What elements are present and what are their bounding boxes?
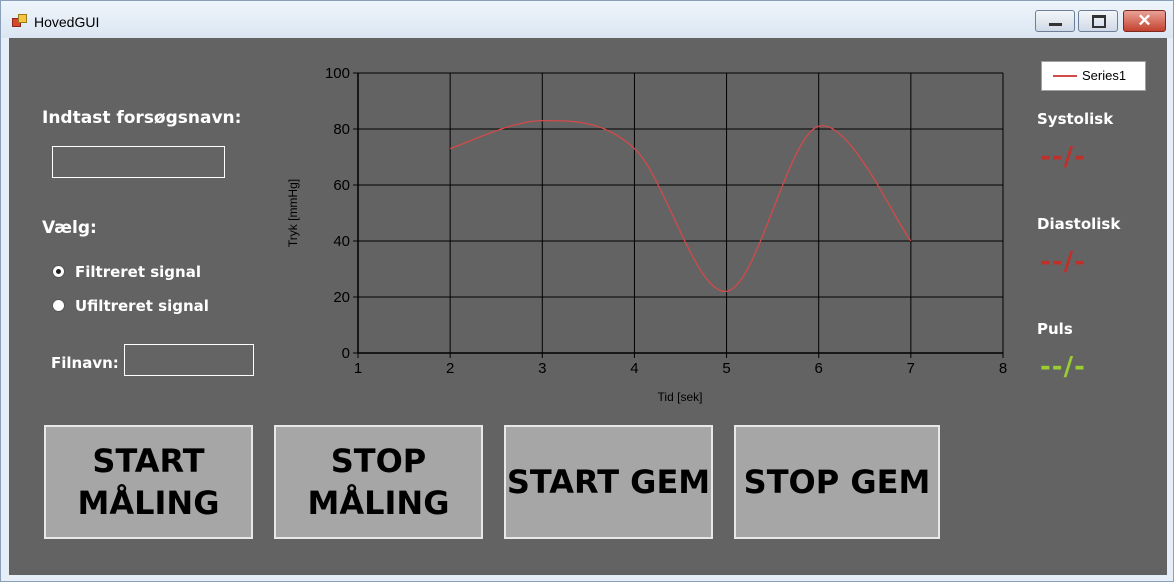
chart-ticks: 1 2 3 4 5 6 7 8020406080100 [325,65,1007,377]
systolic-label: Systolisk [1037,110,1114,128]
start-measure-label: START MÅLING [77,442,220,522]
choose-label: Vælg: [42,218,97,238]
radio-filtered-label: Filtreret signal [75,263,201,281]
app-icon [12,14,27,28]
minimize-button[interactable] [1035,10,1075,32]
close-button[interactable]: ✕ [1123,10,1166,32]
diastolic-label: Diastolisk [1037,215,1121,233]
maximize-button[interactable] [1078,10,1118,32]
x-tick-label: 1 [354,360,362,377]
window-title: HovedGUI [34,14,100,30]
systolic-value: --/- [1040,142,1086,172]
legend-series-label: Series1 [1082,68,1127,83]
form-client-area: Indtast forsøgsnavn: Vælg: Filtreret sig… [9,38,1167,575]
radio-filtered-circle[interactable] [52,265,65,278]
x-tick-label: 6 [815,360,823,377]
x-tick-label: 7 [907,360,915,377]
diastolic-value: --/- [1040,247,1086,277]
filename-input[interactable] [124,344,254,376]
legend-series-swatch [1053,75,1077,77]
y-tick-label: 20 [333,289,350,306]
y-tick-label: 40 [333,233,350,250]
chart-grid [357,72,1004,354]
y-tick-label: 60 [333,177,350,194]
chart-series [449,119,912,293]
y-axis-label: Tryk [mmHg] [286,179,300,247]
title-bar: HovedGUI ✕ [1,1,1173,38]
pulse-value: --/- [1040,352,1086,382]
start-save-label: START GEM [506,463,711,501]
stop-measure-label: STOP MÅLING [307,442,450,522]
maximize-icon [1092,15,1106,28]
x-tick-label: 8 [999,360,1007,377]
y-tick-label: 80 [333,121,350,138]
chart-legend: Series1 [1041,61,1146,91]
close-icon: ✕ [1137,11,1152,30]
x-tick-label: 3 [538,360,546,377]
start-measure-button[interactable]: START MÅLING [44,425,253,539]
start-save-button[interactable]: START GEM [504,425,713,539]
pressure-chart: 1 2 3 4 5 6 7 8020406080100 Tid [sek] Tryk [mmH… [286,65,1007,404]
filename-label: Filnavn: [51,354,119,372]
minimize-icon [1049,23,1062,26]
stop-save-button[interactable]: STOP GEM [734,425,940,539]
name-label: Indtast forsøgsnavn: [42,108,242,128]
series-line-series1 [449,119,912,293]
y-tick-label: 0 [342,345,350,362]
x-tick-label: 4 [630,360,638,377]
main-window: HovedGUI ✕ Indtast forsøgsnavn: Vælg: Fi… [0,0,1174,582]
name-input[interactable] [52,146,225,178]
stop-save-label: STOP GEM [743,463,931,501]
pulse-label: Puls [1037,320,1073,338]
stop-measure-button[interactable]: STOP MÅLING [274,425,483,539]
x-axis-label: Tid [sek] [658,390,703,404]
x-tick-label: 2 [446,360,454,377]
radio-unfiltered-label: Ufiltreret signal [75,297,209,315]
x-tick-label: 5 [722,360,730,377]
y-tick-label: 100 [325,65,350,82]
radio-unfiltered-circle[interactable] [52,299,65,312]
